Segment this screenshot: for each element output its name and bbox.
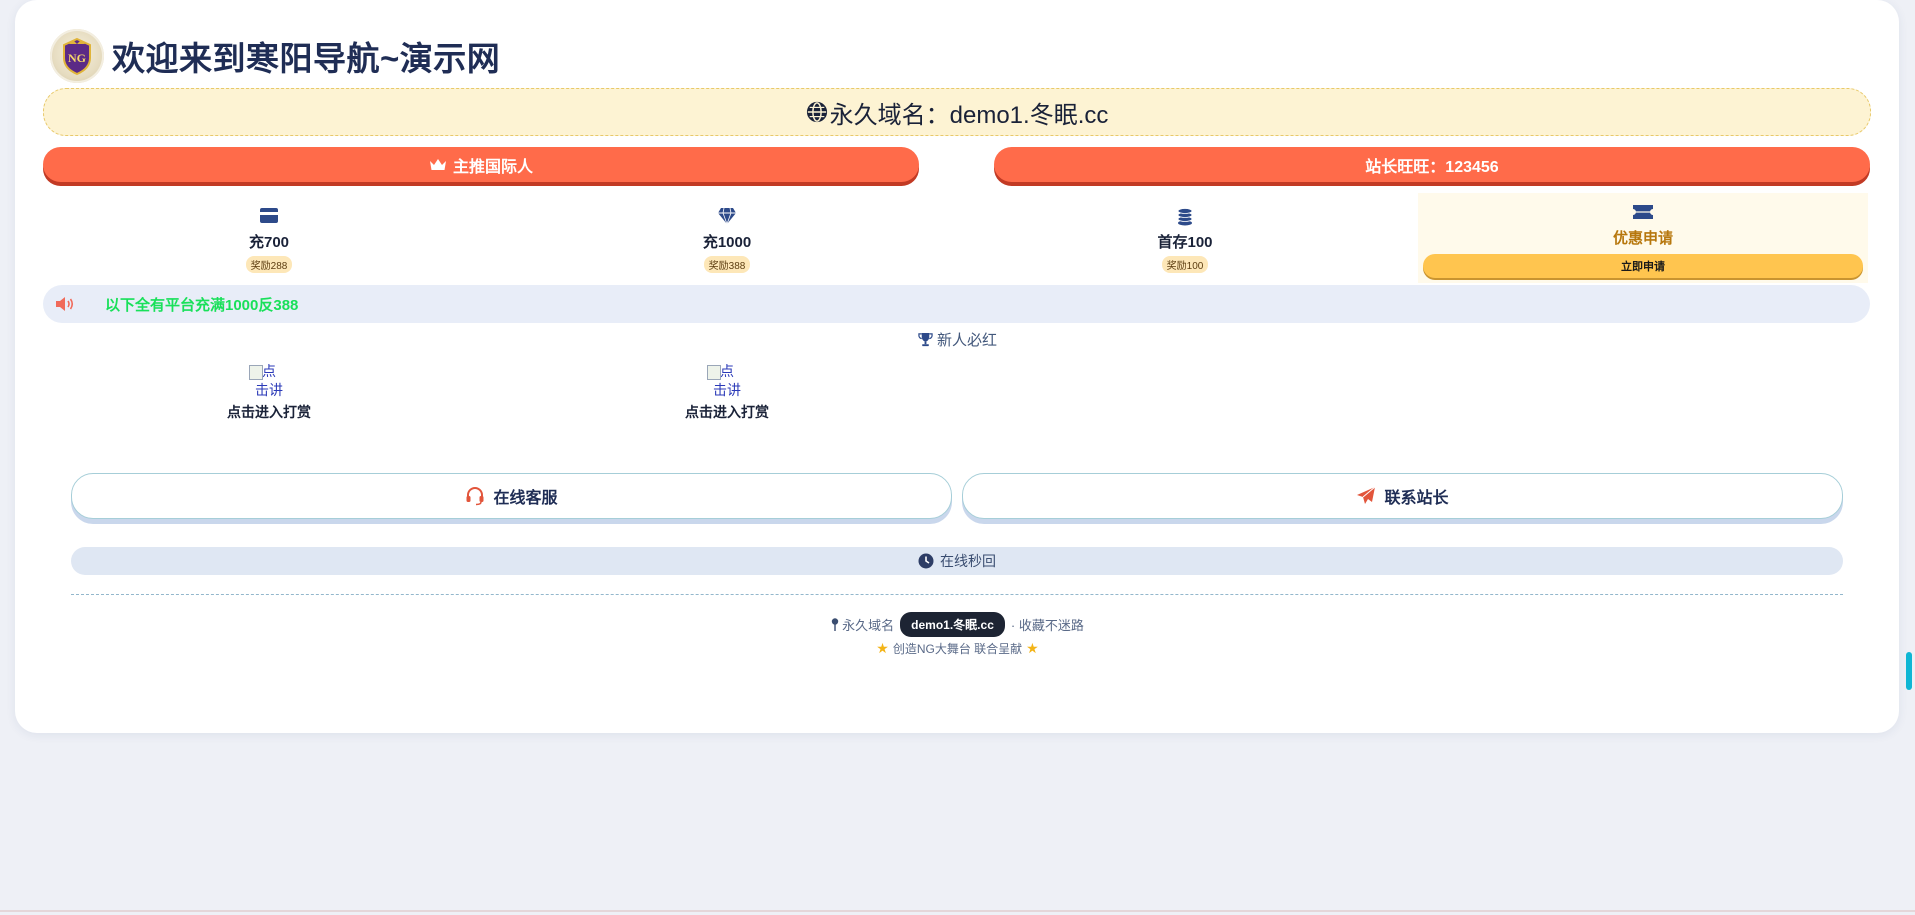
footer-domain-line: 永久域名 demo1.冬眠.cc · 收藏不迷路 [0, 612, 1915, 637]
reward-card[interactable]: 点 击讲 点击进入打赏 [502, 357, 952, 432]
contact-admin-label: 联系站长 [1384, 490, 1449, 507]
footer-divider [71, 594, 1843, 595]
headset-icon [466, 487, 484, 506]
footer-domain-label: 永久域名 [842, 618, 895, 633]
domain-banner-text: 永久域名：demo1.冬眠.cc [829, 101, 1109, 129]
footer-credit-text: 创造NG大舞台 联合呈献 [892, 642, 1023, 656]
notice-text: 以下全有平台充满1000反388 [105, 296, 299, 314]
scrollbar-thumb[interactable] [1906, 652, 1912, 690]
broken-image-icon: 点 击讲 [707, 362, 745, 400]
online-service-button[interactable]: 在线客服 [71, 473, 952, 519]
section-title-text: 新人必红 [936, 332, 997, 349]
clock-icon [918, 553, 934, 569]
tile-recharge-700[interactable]: 充700 奖励288 [44, 193, 494, 283]
promo-label: 优惠申请 [1612, 230, 1673, 247]
bottom-border [0, 910, 1915, 912]
online-service-label: 在线客服 [493, 490, 558, 507]
pin-icon [831, 618, 839, 631]
reward-card-label: 点击进入打赏 [227, 404, 311, 420]
globe-icon [806, 101, 827, 123]
tile-promo-apply: 优惠申请 立即申请 [1418, 193, 1868, 283]
diamond-icon [718, 207, 736, 226]
site-logo: NG [50, 29, 104, 83]
card-icon [260, 208, 278, 223]
coins-icon [1177, 208, 1193, 226]
admin-contact-label: 站长旺旺：123456 [1365, 158, 1499, 176]
footer-credit-line: ★ 创造NG大舞台 联合呈献 ★ [0, 640, 1915, 657]
tile-recharge-1000[interactable]: 充1000 奖励388 [502, 193, 952, 283]
footer-bookmark-text: · 收藏不迷路 [1010, 618, 1084, 633]
online-status-bar: 在线秒回 [71, 547, 1843, 575]
paper-plane-icon [1357, 486, 1376, 504]
reward-card-label: 点击进入打赏 [685, 404, 769, 420]
speaker-icon [56, 297, 74, 311]
online-status-text: 在线秒回 [940, 553, 996, 569]
crown-icon [429, 158, 446, 170]
tile-label: 充1000 [702, 234, 752, 251]
star-icon: ★ [1026, 640, 1039, 656]
reward-card[interactable]: 点 击讲 点击进入打赏 [44, 357, 494, 432]
tile-first-deposit[interactable]: 首存100 奖励100 [960, 193, 1410, 283]
contact-admin-button[interactable]: 联系站长 [962, 473, 1843, 519]
image-alt-line2: 击讲 [713, 382, 741, 398]
tile-badge: 奖励288 [245, 256, 293, 273]
admin-contact-button[interactable]: 站长旺旺：123456 [994, 147, 1870, 182]
footer-domain-pill: demo1.冬眠.cc [900, 612, 1005, 637]
notice-bar: 以下全有平台充满1000反388 [43, 285, 1870, 323]
tile-badge: 奖励388 [703, 256, 751, 273]
site-title: 欢迎来到寒阳导航~演示网 [112, 40, 501, 77]
tile-label: 充700 [248, 234, 290, 251]
image-alt-line2: 击讲 [255, 382, 283, 398]
tile-label: 首存100 [1157, 234, 1213, 251]
section-title: 新人必红 [0, 329, 1915, 350]
apply-now-button[interactable]: 立即申请 [1423, 254, 1863, 278]
featured-button[interactable]: 主推国际人 [43, 147, 919, 182]
svg-text:NG: NG [68, 51, 86, 65]
tile-badge: 奖励100 [1161, 256, 1209, 273]
broken-image-icon: 点 击讲 [249, 362, 287, 400]
featured-button-label: 主推国际人 [452, 158, 533, 176]
trophy-icon [918, 332, 933, 347]
ticket-icon [1633, 205, 1653, 219]
domain-banner: 永久域名：demo1.冬眠.cc [43, 88, 1871, 136]
star-icon: ★ [876, 640, 889, 656]
header: NG 欢迎来到寒阳导航~演示网 [50, 28, 500, 84]
